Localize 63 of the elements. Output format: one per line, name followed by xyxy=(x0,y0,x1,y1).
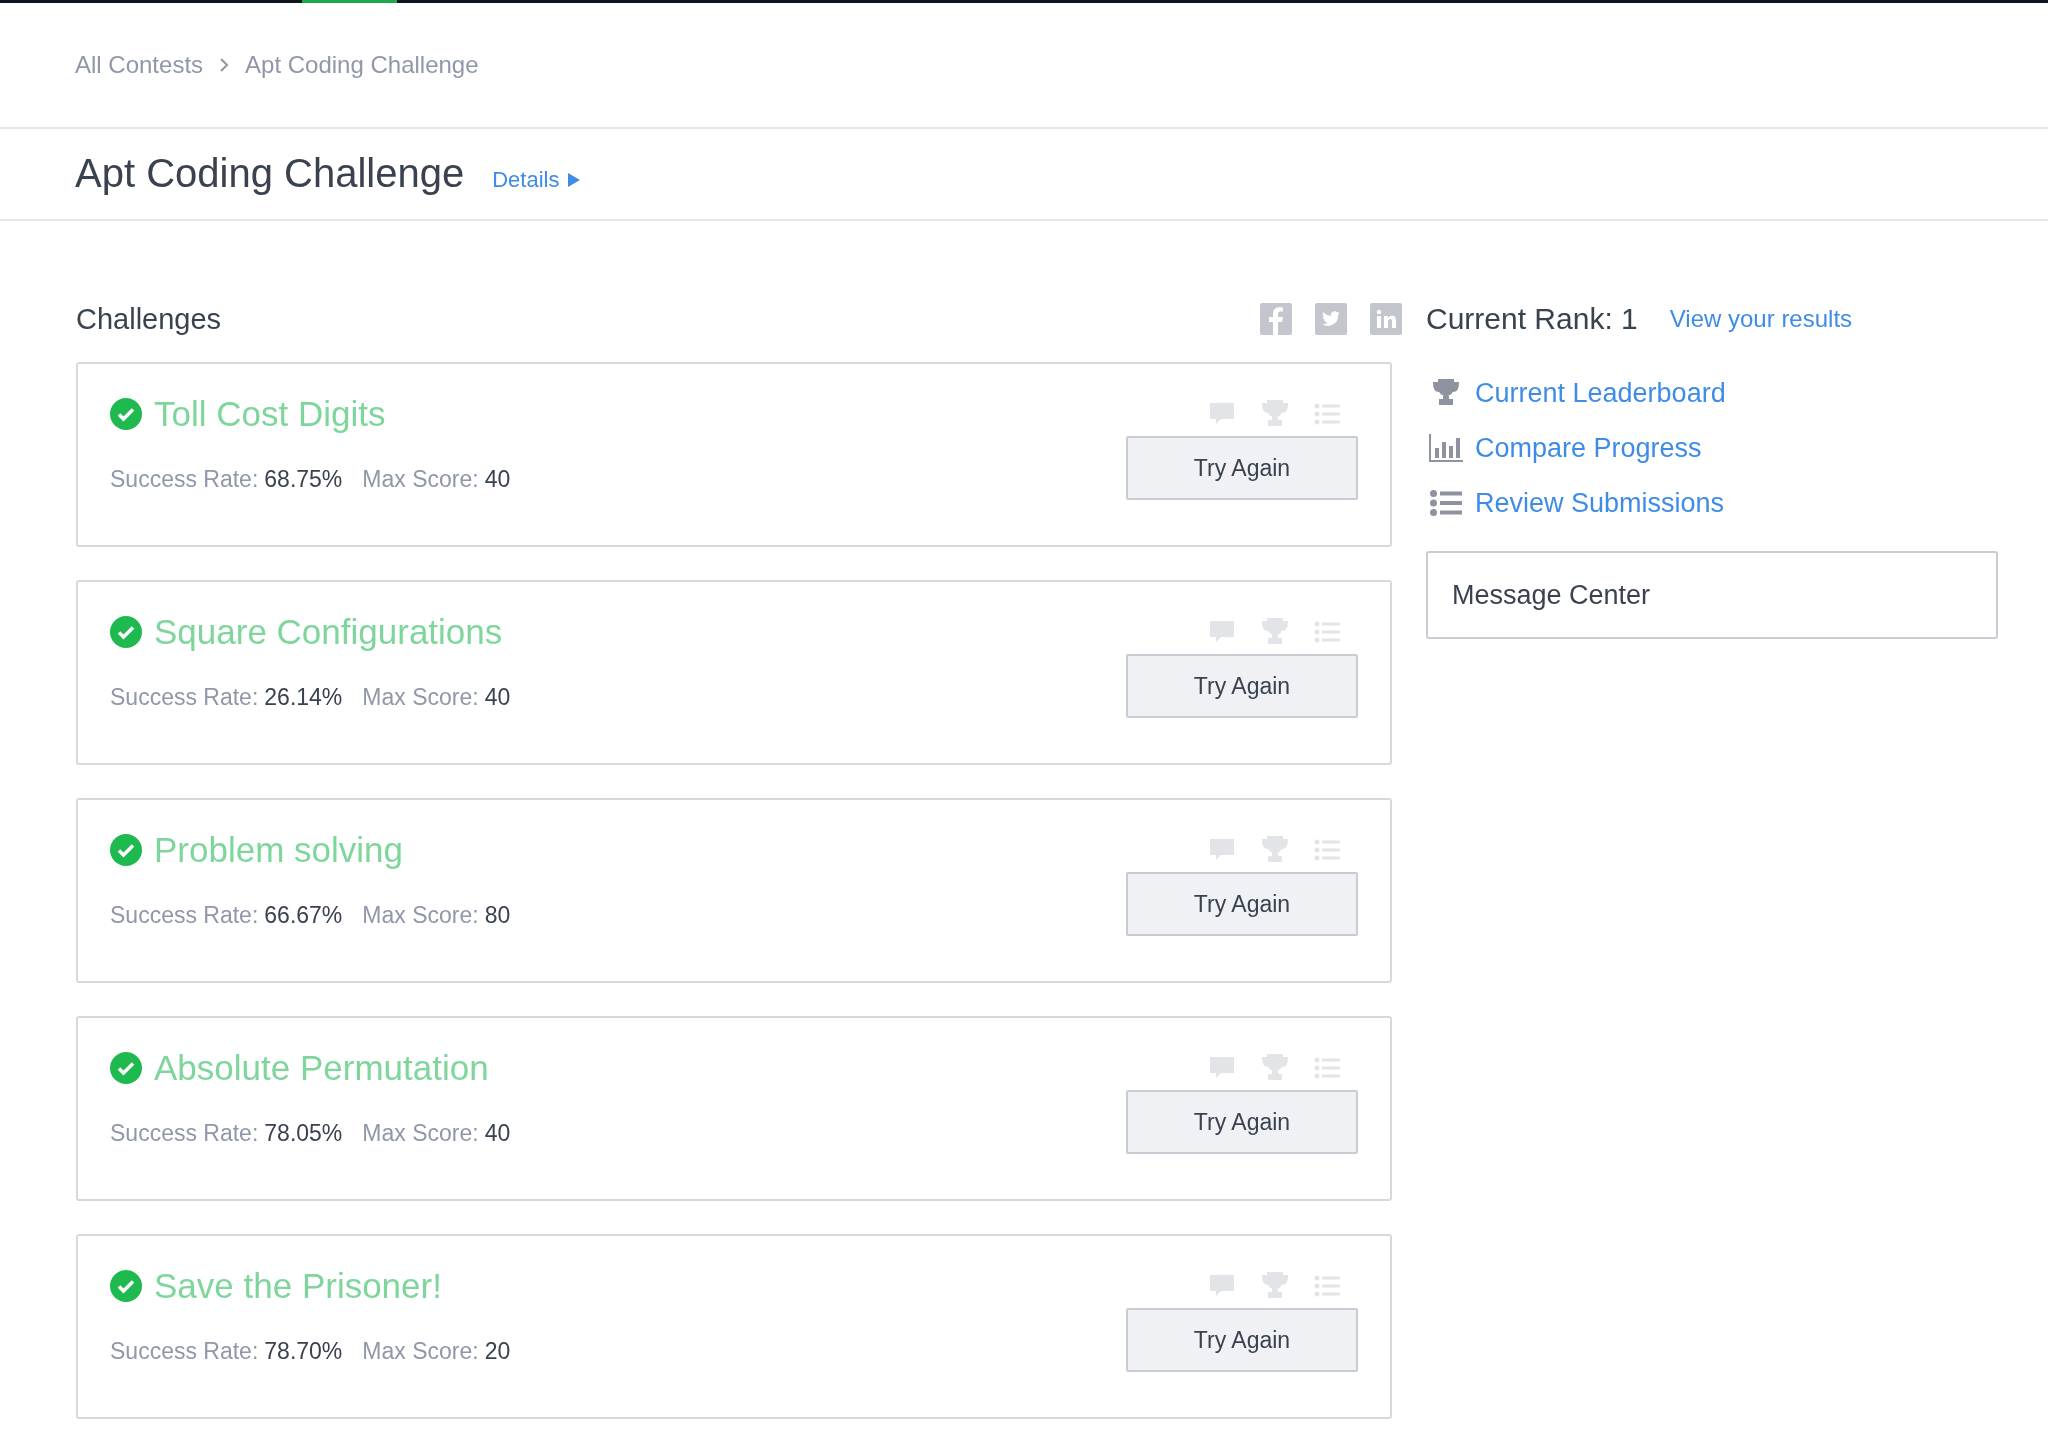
try-again-button[interactable]: Try Again xyxy=(1126,1308,1358,1372)
breadcrumb-link[interactable]: Apt Coding Challenge xyxy=(245,51,479,79)
section-heading: Challenges xyxy=(76,302,222,336)
success-rate-label: Success Rate: xyxy=(110,1119,259,1146)
twitter-icon[interactable] xyxy=(1315,303,1347,335)
challenge-title-link[interactable]: Save the Prisoner! xyxy=(154,1266,442,1306)
facebook-icon[interactable] xyxy=(1260,303,1292,335)
max-score-value: 40 xyxy=(484,683,511,710)
try-again-button[interactable]: Try Again xyxy=(1126,872,1358,936)
max-score-value: 40 xyxy=(484,1119,511,1146)
trophy-icon[interactable] xyxy=(1260,1271,1290,1301)
list-icon[interactable] xyxy=(1314,1275,1340,1297)
current-rank: Current Rank: 1 xyxy=(1426,302,1638,336)
sidebar-link[interactable]: Current Leaderboard xyxy=(1475,377,1726,409)
success-rate-value: 68.75% xyxy=(264,465,343,492)
success-rate-value: 78.05% xyxy=(264,1119,343,1146)
success-rate-label: Success Rate: xyxy=(110,465,259,492)
success-rate-value: 26.14% xyxy=(264,683,343,710)
comment-icon[interactable] xyxy=(1208,619,1236,645)
success-rate-value: 66.67% xyxy=(264,901,343,928)
try-again-button[interactable]: Try Again xyxy=(1126,654,1358,718)
list-icon[interactable] xyxy=(1314,1057,1340,1079)
comment-icon[interactable] xyxy=(1208,401,1236,427)
success-rate-value: 78.70% xyxy=(264,1337,343,1364)
view-results-link[interactable]: View your results xyxy=(1669,305,1853,333)
success-rate-label: Success Rate: xyxy=(110,683,259,710)
trophy-icon[interactable] xyxy=(1260,1053,1290,1083)
max-score-value: 20 xyxy=(484,1337,511,1364)
bar-chart-icon xyxy=(1429,434,1463,462)
list-icon xyxy=(1429,490,1463,516)
message-center-panel[interactable]: Message Center xyxy=(1426,551,1998,639)
success-rate-label: Success Rate: xyxy=(110,1337,259,1364)
challenge-title-link[interactable]: Absolute Permutation xyxy=(154,1048,489,1088)
sidebar-link[interactable]: Review Submissions xyxy=(1475,487,1725,519)
trophy-icon[interactable] xyxy=(1260,835,1290,865)
list-icon[interactable] xyxy=(1314,839,1340,861)
try-again-button[interactable]: Try Again xyxy=(1126,436,1358,500)
max-score-value: 40 xyxy=(484,465,511,492)
challenge-title-link[interactable]: Square Configurations xyxy=(154,612,503,652)
challenge-title-link[interactable]: Problem solving xyxy=(154,830,403,870)
list-icon[interactable] xyxy=(1314,621,1340,643)
breadcrumb-link[interactable]: All Contests xyxy=(75,51,204,79)
play-icon xyxy=(567,172,582,188)
sidebar-link[interactable]: Compare Progress xyxy=(1475,432,1702,464)
max-score-label: Max Score: xyxy=(362,683,479,710)
max-score-label: Max Score: xyxy=(362,1337,479,1364)
linkedin-icon[interactable] xyxy=(1370,303,1402,335)
max-score-value: 80 xyxy=(484,901,511,928)
chevron-icon xyxy=(219,57,230,73)
trophy-icon[interactable] xyxy=(1260,617,1290,647)
comment-icon[interactable] xyxy=(1208,1055,1236,1081)
try-again-button[interactable]: Try Again xyxy=(1126,1090,1358,1154)
comment-icon[interactable] xyxy=(1208,837,1236,863)
success-rate-label: Success Rate: xyxy=(110,901,259,928)
comment-icon[interactable] xyxy=(1208,1273,1236,1299)
max-score-label: Max Score: xyxy=(362,901,479,928)
max-score-label: Max Score: xyxy=(362,465,479,492)
list-icon[interactable] xyxy=(1314,403,1340,425)
page-title: Apt Coding Challenge xyxy=(75,150,465,196)
details-link[interactable]: Details xyxy=(492,167,582,193)
trophy-icon[interactable] xyxy=(1260,399,1290,429)
max-score-label: Max Score: xyxy=(362,1119,479,1146)
challenge-title-link[interactable]: Toll Cost Digits xyxy=(154,394,386,434)
